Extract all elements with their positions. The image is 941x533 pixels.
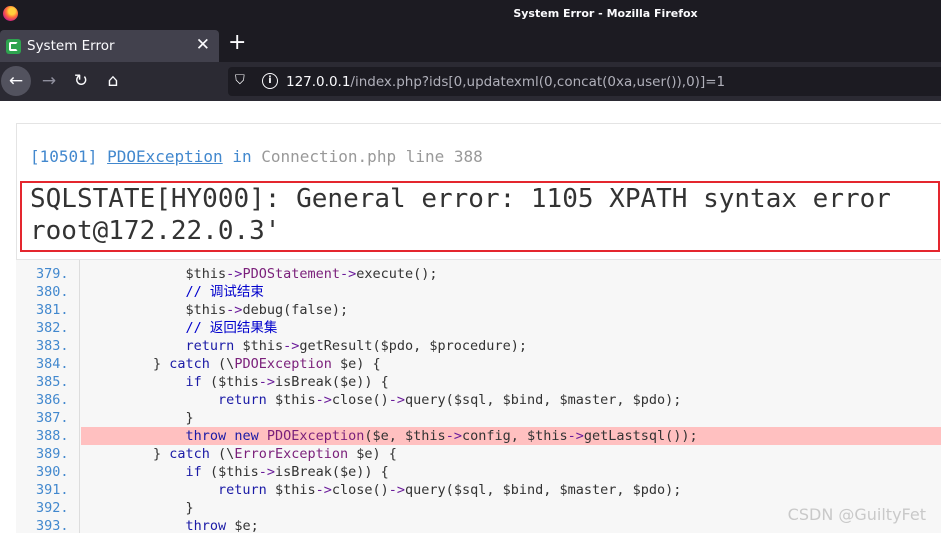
code-line: 391. return $this->close()->query($sql, … [16,481,941,499]
code-text: $this->PDOStatement->execute(); [88,266,438,282]
line-number: 388. [36,428,69,444]
code-line: 387. } [16,409,941,427]
url-bar[interactable]: ⛉ i 127.0.0.1/index.php?ids[0,updatexml(… [228,67,941,96]
watermark: CSDN @GuiltyFet [787,505,926,524]
line-number: 393. [36,518,69,533]
reload-button[interactable]: ↻ [66,66,96,96]
code-text: // 调试结束 [185,284,264,300]
code-line: 390. if ($this->isBreak($e)) { [16,463,941,481]
code-text: } [88,500,194,516]
line-number: 380. [36,284,69,300]
error-message-line-1: SQLSTATE[HY000]: General error: 1105 XPA… [30,184,891,214]
code-line: 389. } catch (\ErrorException $e) { [16,445,941,463]
code-line: 383. return $this->getResult($pdo, $proc… [16,337,941,355]
line-number: 392. [36,500,69,516]
url-text[interactable]: 127.0.0.1/index.php?ids[0,updatexml(0,co… [286,74,725,90]
line-number: 386. [36,392,69,408]
code-text: throw new PDOException($e, $this->config… [185,428,698,444]
code-text: if ($this->isBreak($e)) { [185,374,389,390]
home-button[interactable]: ⌂ [98,66,128,96]
code-text: throw $e; [185,518,259,533]
window-titlebar: System Error - Mozilla Firefox [0,0,941,28]
line-number: 382. [36,320,69,336]
error-message-line-2: root@172.22.0.3' [30,216,281,246]
tab-strip: System Error ✕ + [0,28,941,62]
exception-in-word: in [232,147,252,166]
code-line: 384. } catch (\PDOException $e) { [16,355,941,373]
code-text: return $this->close()->query($sql, $bind… [218,482,682,498]
line-number: 391. [36,482,69,498]
code-text: } catch (\ErrorException $e) { [88,446,397,462]
line-number: 387. [36,410,69,426]
tracking-protection-shield-icon[interactable]: ⛉ [235,73,249,89]
line-number: 379. [36,266,69,282]
line-number: 381. [36,302,69,318]
source-code-panel: 379. $this->PDOStatement->execute(); 380.… [16,259,941,533]
code-text: // 返回结果集 [185,320,278,336]
code-text: return $this->getResult($pdo, $procedure… [185,338,527,354]
exception-file-location: Connection.php line 388 [261,147,483,166]
site-info-icon[interactable]: i [262,73,278,89]
code-text: } [88,410,194,426]
line-number: 384. [36,356,69,372]
tab-label: System Error [27,38,115,54]
tab-system-error[interactable]: System Error ✕ [0,30,219,62]
forward-button[interactable]: → [34,66,64,96]
navigation-bar: ← → ↻ ⌂ ⛉ i 127.0.0.1/index.php?ids[0,up… [0,62,941,101]
code-line: 379. $this->PDOStatement->execute(); [16,265,941,283]
code-line: 386. return $this->close()->query($sql, … [16,391,941,409]
window-title: System Error - Mozilla Firefox [513,7,698,20]
close-tab-icon[interactable]: ✕ [196,35,210,55]
code-text: return $this->close()->query($sql, $bind… [218,392,682,408]
site-favicon-icon [6,39,21,54]
code-text: $this->debug(false); [88,302,349,318]
line-number: 390. [36,464,69,480]
page-content: [10501] PDOException in Connection.php l… [0,101,941,533]
error-code: [10501] [30,147,98,166]
back-button[interactable]: ← [1,66,31,96]
code-text: } catch (\PDOException $e) { [88,356,381,372]
error-message: SQLSTATE[HY000]: General error: 1105 XPA… [30,183,891,247]
code-line: 380. // 调试结束 [16,283,941,301]
exception-class-link[interactable]: PDOException [107,147,223,166]
line-number: 385. [36,374,69,390]
line-number: 383. [36,338,69,354]
exception-info: [10501] PDOException in Connection.php l… [30,147,483,166]
error-message-box: SQLSTATE[HY000]: General error: 1105 XPA… [20,181,940,252]
code-line: 381. $this->debug(false); [16,301,941,319]
code-line: 385. if ($this->isBreak($e)) { [16,373,941,391]
url-host: 127.0.0.1 [286,74,351,90]
url-path: /index.php?ids[0,updatexml(0,concat(0xa,… [350,74,726,90]
code-line: 382. // 返回结果集 [16,319,941,337]
code-text: if ($this->isBreak($e)) { [185,464,389,480]
code-line: 388. throw new PDOException($e, $this->c… [16,427,941,445]
new-tab-button[interactable]: + [228,31,246,55]
line-number: 389. [36,446,69,462]
